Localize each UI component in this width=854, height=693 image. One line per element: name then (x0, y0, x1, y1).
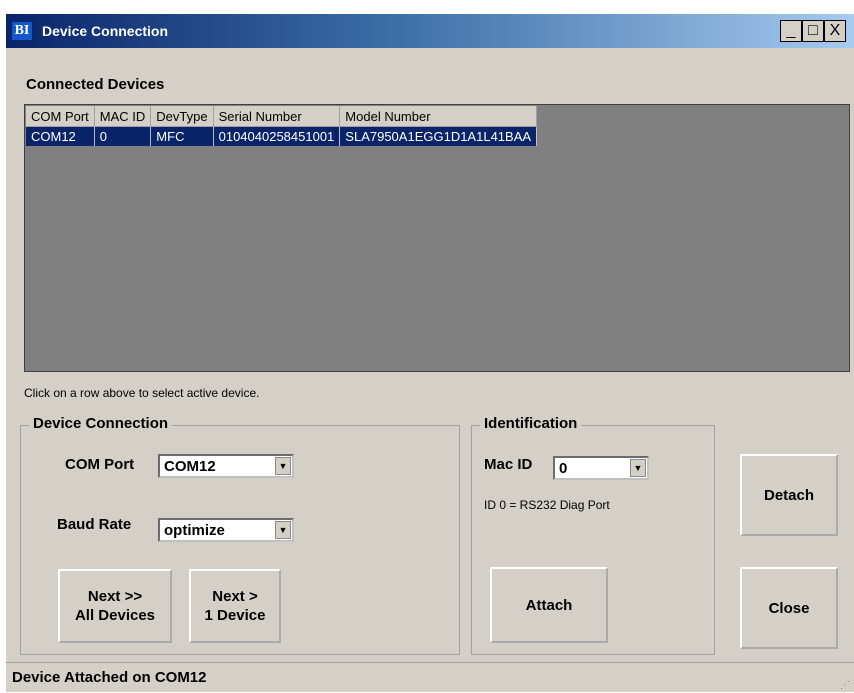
dropdown-arrow-icon[interactable]: ▼ (630, 459, 646, 477)
title-bar[interactable]: BI Device Connection _ □ X (6, 14, 854, 48)
column-header[interactable]: Serial Number (213, 106, 341, 127)
devices-grid[interactable]: COM Port MAC ID DevType Serial Number Model … (24, 104, 850, 372)
identification-group: Identification Mac ID 0 ▼ ID 0 = RS232 D… (471, 415, 715, 655)
mac-id-value: 0 (559, 460, 568, 477)
com-port-select[interactable]: COM12 ▼ (158, 454, 294, 478)
status-bar: Device Attached on COM12 ⋰ (6, 662, 854, 693)
identification-group-title: Identification (480, 415, 582, 432)
detach-button[interactable]: Detach (740, 454, 838, 536)
table-cell: SLA7950A1EGG1D1A1L41BAA (339, 126, 538, 146)
maximize-button[interactable]: □ (802, 20, 824, 42)
next-all-devices-button[interactable]: Next >> All Devices (58, 569, 172, 643)
com-port-value: COM12 (164, 458, 216, 475)
close-window-button[interactable]: X (824, 20, 846, 42)
baud-rate-select[interactable]: optimize ▼ (158, 518, 294, 542)
grid-header-row: COM Port MAC ID DevType Serial Number Model … (26, 106, 538, 127)
table-cell: 0104040258451001 (213, 126, 341, 146)
attach-button[interactable]: Attach (490, 567, 608, 643)
close-button[interactable]: Close (740, 567, 838, 649)
mac-id-select[interactable]: 0 ▼ (553, 456, 649, 480)
table-row[interactable]: COM12 0 MFC 0104040258451001 SLA7950A1EGG1D1… (26, 126, 538, 146)
resize-grip-icon[interactable]: ⋰ (840, 680, 850, 691)
baud-rate-value: optimize (164, 522, 225, 539)
column-header[interactable]: Model Number (339, 106, 538, 127)
table-cell: MFC (150, 126, 214, 146)
minimize-button[interactable]: _ (780, 20, 802, 42)
status-text: Device Attached on COM12 (12, 669, 207, 686)
column-header[interactable]: COM Port (26, 106, 95, 127)
select-device-hint: Click on a row above to select active de… (24, 386, 260, 400)
column-header[interactable]: MAC ID (94, 106, 152, 127)
table-cell: 0 (94, 126, 152, 146)
dropdown-arrow-icon[interactable]: ▼ (275, 521, 291, 539)
table-cell: COM12 (26, 126, 95, 146)
baud-rate-label: Baud Rate (57, 516, 132, 533)
device-connection-window: BI Device Connection _ □ X Connected Dev… (6, 14, 854, 692)
mac-id-note: ID 0 = RS232 Diag Port (484, 498, 610, 512)
app-icon: BI (12, 22, 32, 40)
devices-table[interactable]: COM Port MAC ID DevType Serial Number Model … (26, 106, 538, 146)
device-connection-group-title: Device Connection (29, 415, 173, 432)
next-one-device-button[interactable]: Next > 1 Device (189, 569, 281, 643)
mac-id-label: Mac ID (484, 456, 533, 473)
connected-devices-label: Connected Devices (26, 76, 165, 93)
column-header[interactable]: DevType (150, 106, 214, 127)
window-title: Device Connection (42, 23, 169, 39)
dropdown-arrow-icon[interactable]: ▼ (275, 457, 291, 475)
device-connection-group: Device Connection COM Port COM12 ▼ Baud … (20, 415, 460, 655)
com-port-label: COM Port (65, 456, 135, 473)
